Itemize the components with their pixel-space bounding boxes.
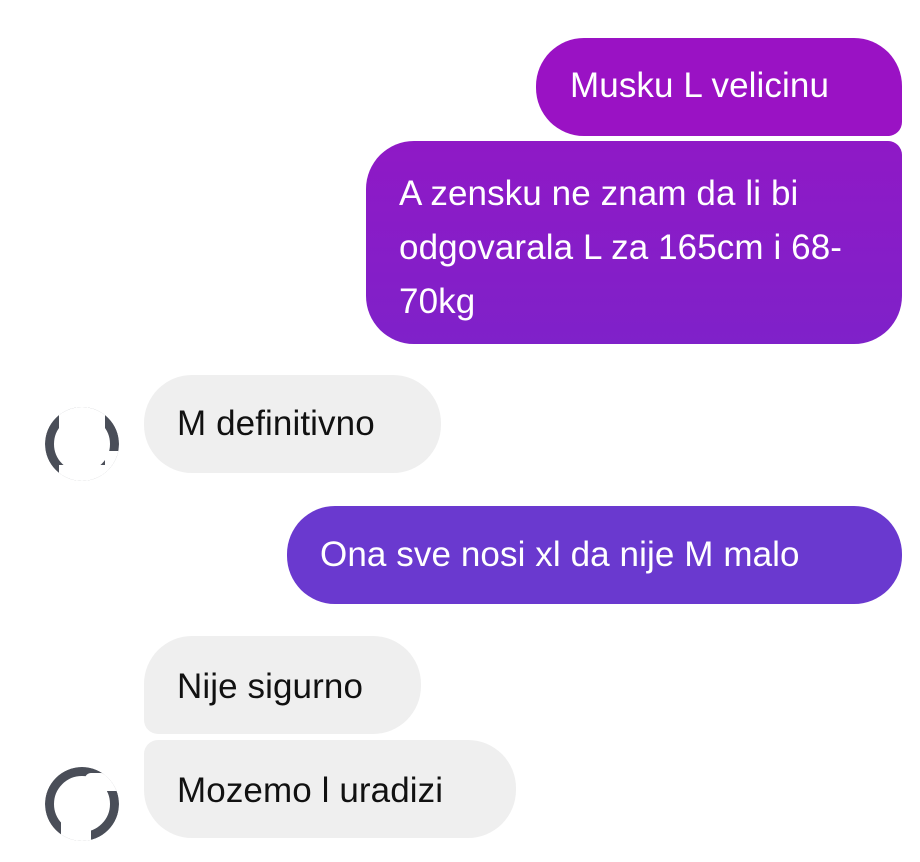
- message-text: Ona sve nosi xl da nije M malo: [320, 535, 800, 574]
- message-text: Mozemo l uradizi: [177, 771, 444, 810]
- outgoing-message-bubble[interactable]: Musku L velicinu: [536, 38, 902, 136]
- outgoing-message-bubble[interactable]: A zensku ne znam da li bi odgovarala L z…: [366, 141, 902, 344]
- contact-avatar-icon[interactable]: [45, 407, 119, 481]
- message-text: Musku L velicinu: [570, 66, 830, 105]
- message-text: A zensku ne znam da li bi odgovarala L z…: [399, 174, 843, 321]
- top-edge: [0, 0, 920, 8]
- contact-avatar-icon[interactable]: [45, 767, 119, 841]
- incoming-message-bubble[interactable]: Mozemo l uradizi: [144, 740, 516, 838]
- incoming-message-bubble[interactable]: M definitivno: [144, 375, 441, 473]
- message-text: M definitivno: [177, 404, 375, 443]
- message-text: Nije sigurno: [177, 667, 364, 706]
- incoming-message-bubble[interactable]: Nije sigurno: [144, 636, 421, 734]
- outgoing-message-bubble[interactable]: Ona sve nosi xl da nije M malo: [287, 506, 902, 604]
